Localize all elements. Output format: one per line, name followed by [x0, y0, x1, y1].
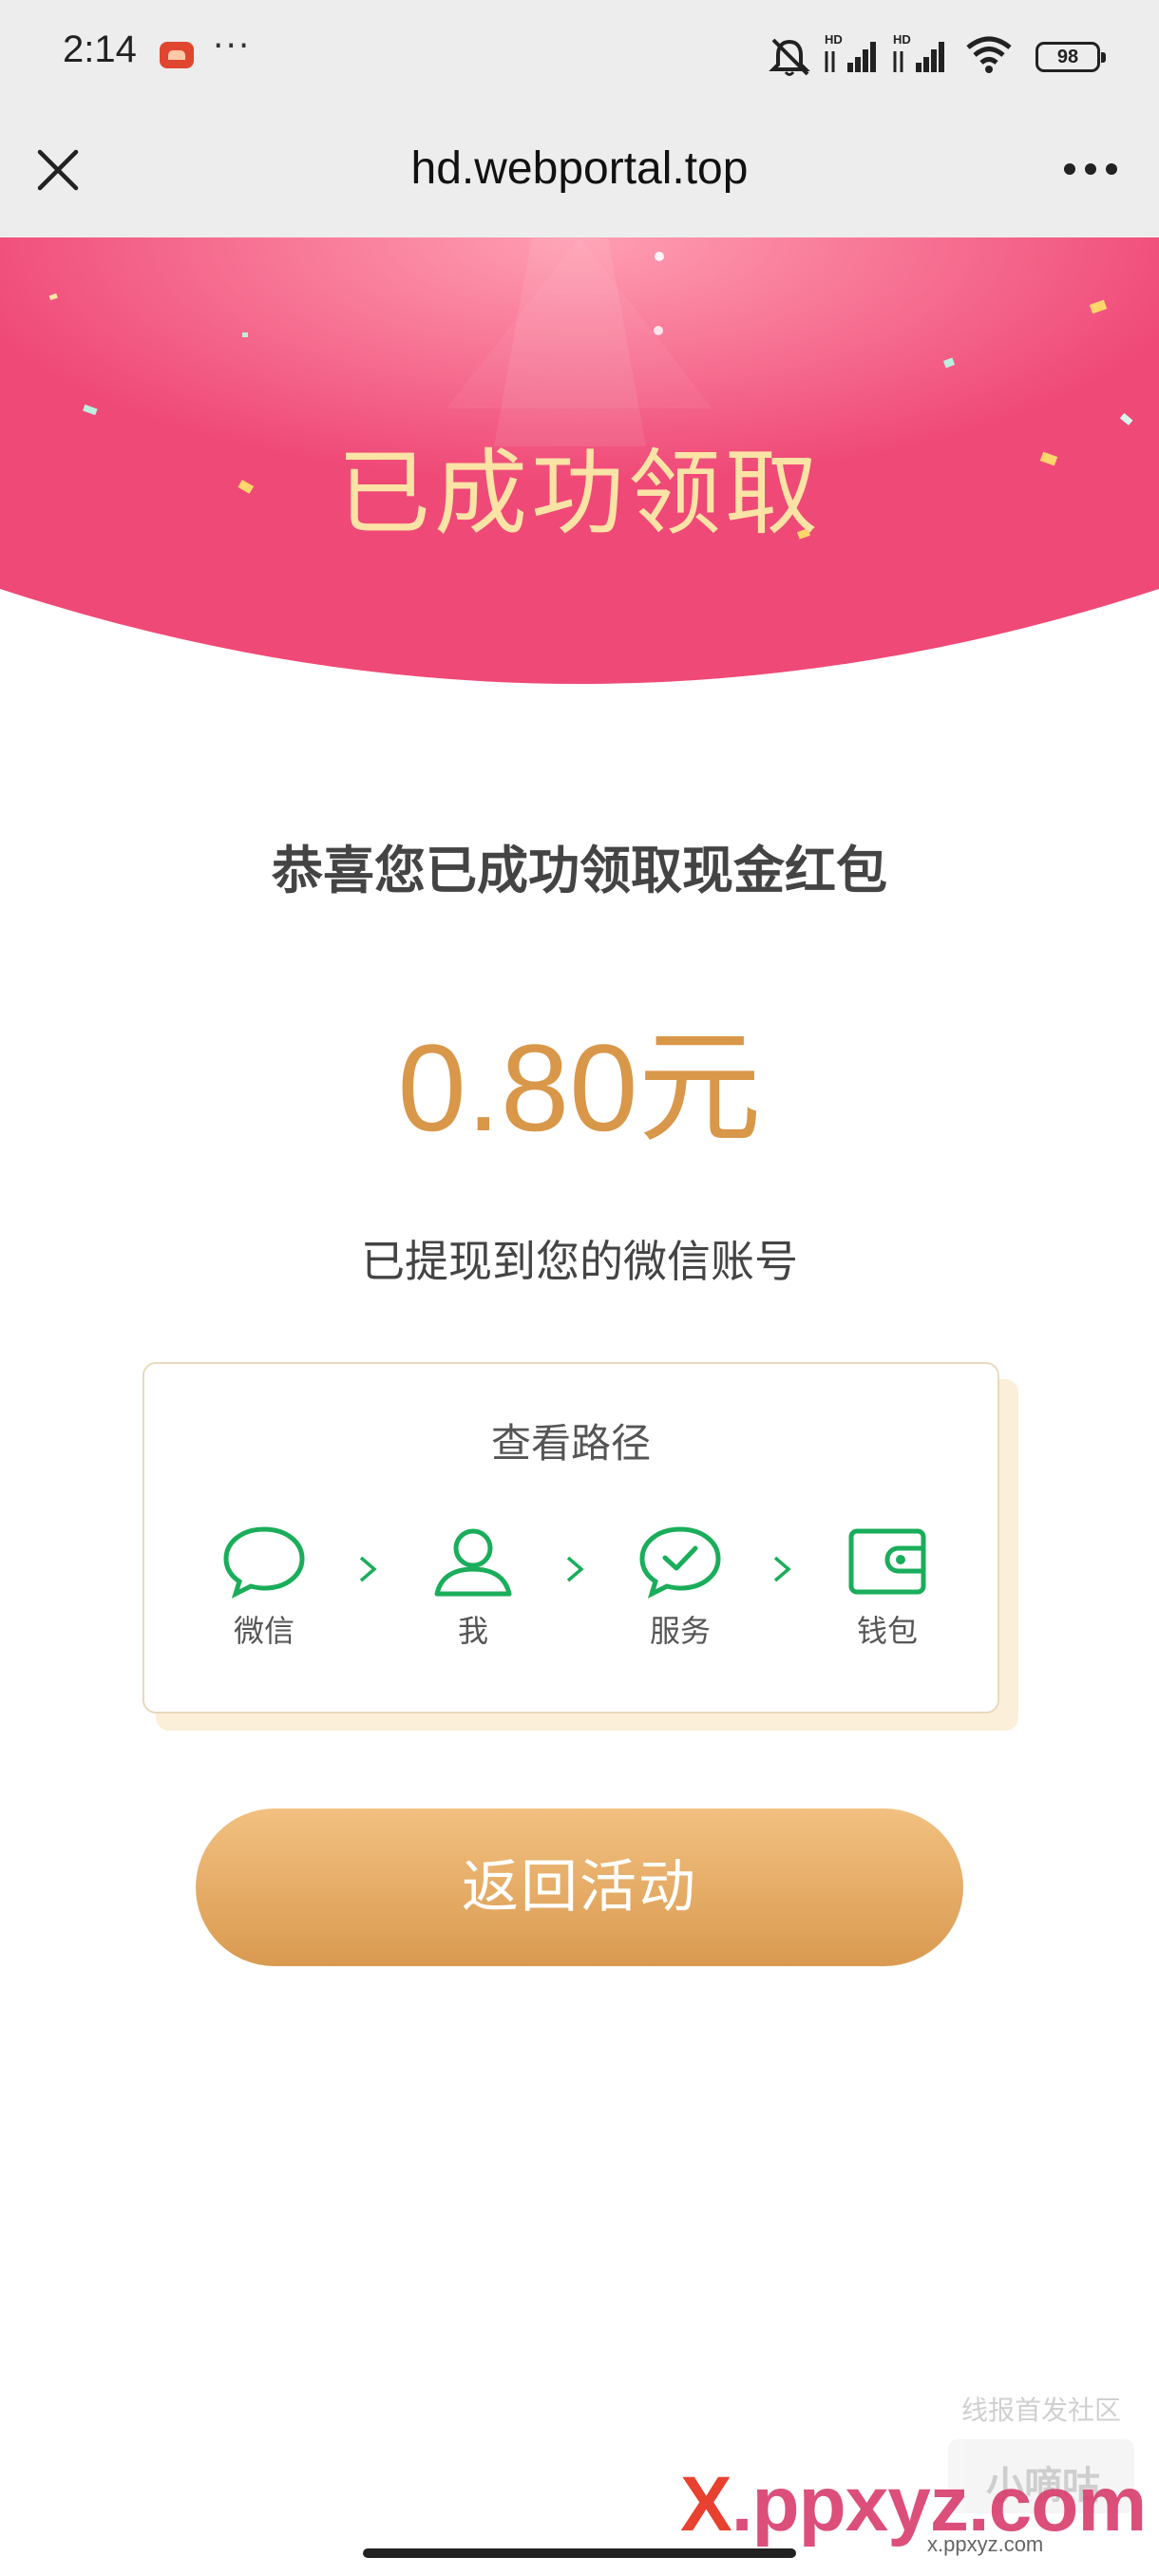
chat-bubble-icon — [223, 1526, 305, 1599]
watermark-logo: X.ppxyz.com — [680, 2460, 1147, 2549]
wallet-icon — [848, 1528, 926, 1595]
svg-text:HD: HD — [825, 32, 843, 47]
watermark-logo-x: X — [680, 2461, 732, 2548]
return-activity-button[interactable]: 返回活动 — [196, 1809, 963, 1966]
path-step-wallet: 钱包 — [821, 1524, 954, 1651]
step-label: 我 — [457, 1613, 488, 1649]
success-banner: 已成功领取 — [0, 237, 1159, 691]
path-card: 查看路径 微信 我 服务 钱包 — [142, 1362, 999, 1714]
wifi-icon — [966, 36, 1012, 73]
cash-amount: 0.80元 — [397, 1018, 762, 1157]
banner-title: 已成功领取 — [336, 440, 822, 548]
path-step-me: 我 — [407, 1524, 540, 1651]
browser-titlebar: hd.webportal.top — [0, 112, 1159, 237]
step-label: 钱包 — [856, 1613, 918, 1649]
path-step-service: 服务 — [614, 1524, 747, 1651]
step-label: 微信 — [233, 1613, 294, 1649]
check-bubble-icon — [639, 1526, 721, 1599]
battery-icon: 98 — [1036, 42, 1106, 72]
status-time: 2:14 — [63, 28, 137, 70]
more-dots-icon[interactable] — [1060, 150, 1121, 188]
status-more: ··· — [213, 27, 252, 66]
home-indicator[interactable] — [363, 2548, 796, 2558]
status-bar: 2:14 ··· HD HD 98 — [0, 0, 1159, 112]
path-step-wechat: 微信 — [198, 1524, 331, 1651]
page-url-title: hd.webportal.top — [410, 143, 749, 194]
hd-signal-icon: HD — [893, 32, 944, 72]
chevron-right-icon — [566, 1556, 584, 1582]
watermark-sub-text: x.ppxyz.com — [927, 2532, 1044, 2556]
app-notification-icon — [160, 42, 194, 68]
step-label: 服务 — [649, 1613, 711, 1649]
svg-text:HD: HD — [893, 32, 911, 47]
watermark-top-text: 线报首发社区 — [960, 2395, 1121, 2426]
path-card-title: 查看路径 — [490, 1420, 651, 1467]
silent-icon — [769, 38, 810, 76]
user-icon — [434, 1528, 512, 1597]
chevron-right-icon — [773, 1556, 791, 1582]
hd-signal-icon: HD — [825, 32, 876, 72]
congrats-text: 恭喜您已成功领取现金红包 — [272, 841, 887, 900]
withdrawn-text: 已提现到您的微信账号 — [361, 1236, 798, 1287]
chevron-right-icon — [359, 1556, 377, 1582]
